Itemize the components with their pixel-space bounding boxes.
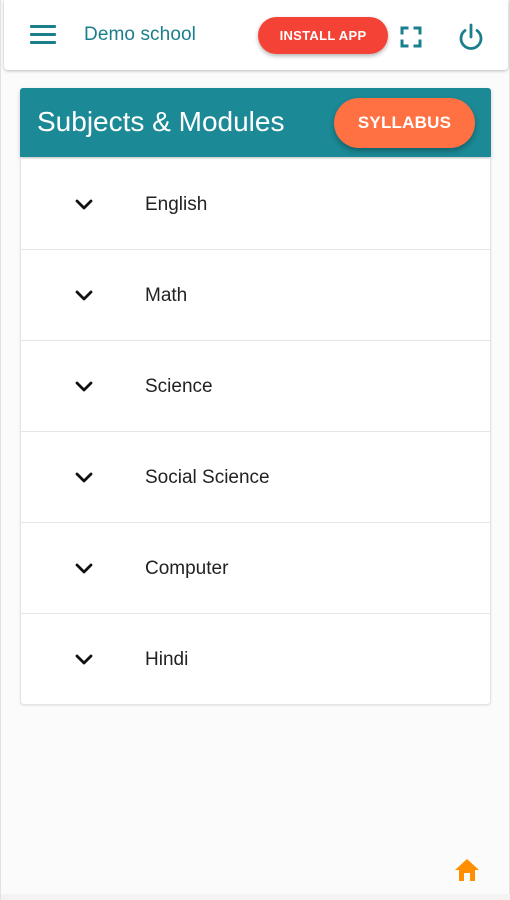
app-frame: Demo school INSTALL APP Subjects & Modul… — [0, 0, 510, 900]
subject-label: Science — [145, 376, 213, 397]
subject-row-science[interactable]: Science — [21, 341, 490, 432]
school-name: Demo school — [84, 24, 196, 45]
chevron-down-icon — [73, 286, 95, 306]
subject-row-social-science[interactable]: Social Science — [21, 432, 490, 523]
subject-label: Social Science — [145, 467, 270, 488]
subjects-list: English Math Science Social Science Comp — [20, 158, 491, 705]
subject-row-computer[interactable]: Computer — [21, 523, 490, 614]
chevron-down-icon — [73, 559, 95, 579]
chevron-down-icon — [73, 468, 95, 488]
chevron-down-icon — [73, 377, 95, 397]
chevron-down-icon — [73, 650, 95, 670]
bottom-edge — [1, 894, 510, 900]
subject-row-hindi[interactable]: Hindi — [21, 614, 490, 704]
subject-label: English — [145, 194, 208, 215]
power-icon[interactable] — [454, 20, 488, 54]
top-app-bar: Demo school INSTALL APP — [4, 0, 508, 70]
chevron-down-icon — [73, 195, 95, 215]
subjects-header: Subjects & Modules SYLLABUS — [20, 88, 491, 157]
home-icon[interactable] — [453, 857, 481, 883]
fullscreen-icon[interactable] — [396, 22, 426, 52]
subject-row-english[interactable]: English — [21, 159, 490, 250]
hamburger-menu-icon[interactable] — [26, 20, 60, 50]
subject-label: Computer — [145, 558, 229, 579]
subject-row-math[interactable]: Math — [21, 250, 490, 341]
syllabus-button[interactable]: SYLLABUS — [334, 98, 475, 148]
page-title: Subjects & Modules — [37, 106, 285, 137]
subject-label: Hindi — [145, 649, 189, 670]
subject-label: Math — [145, 285, 188, 306]
install-app-button[interactable]: INSTALL APP — [258, 17, 388, 54]
